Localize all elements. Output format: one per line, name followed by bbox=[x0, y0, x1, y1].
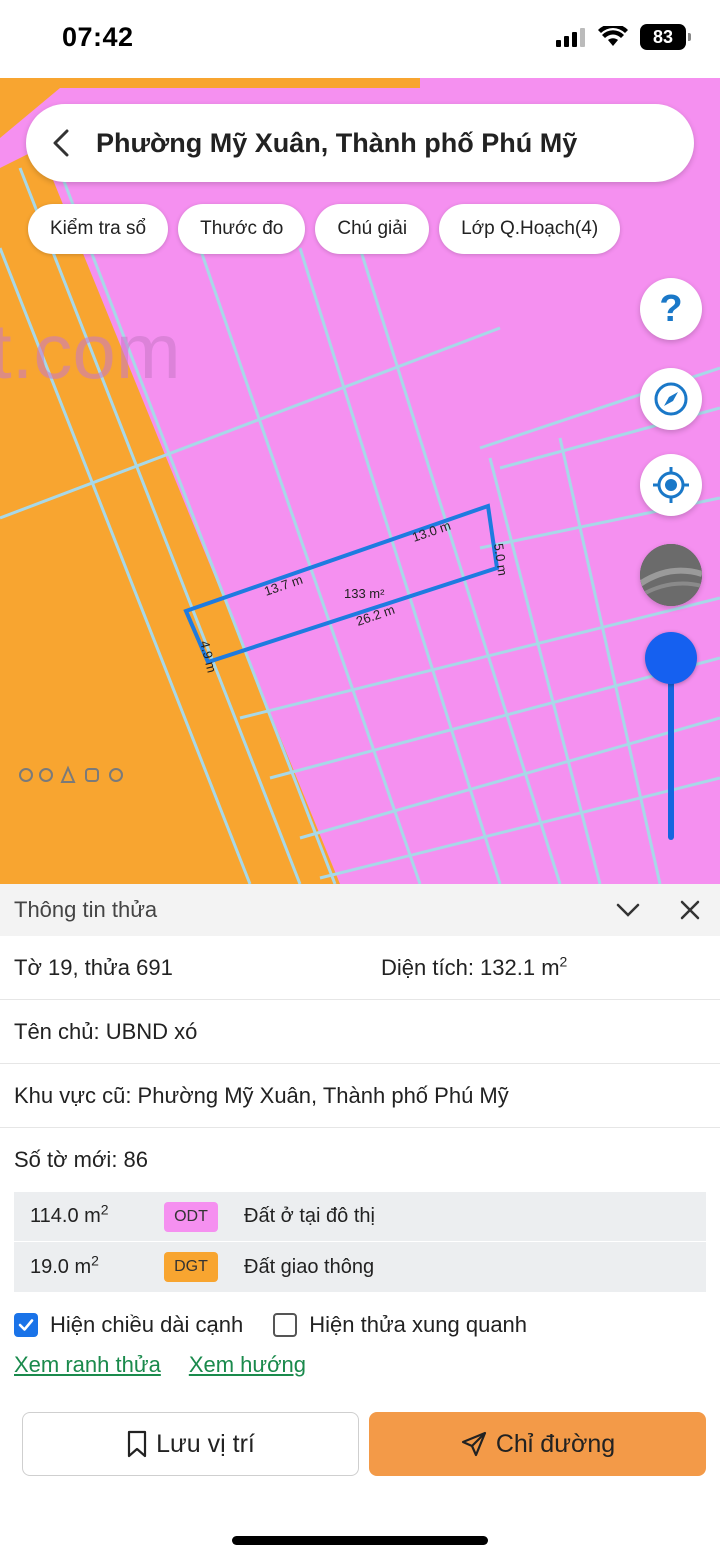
sheet-plot-number: Tờ 19, thửa 691 bbox=[14, 954, 173, 980]
wifi-icon bbox=[598, 26, 628, 46]
show-surrounding-label[interactable]: Hiện thửa xung quanh bbox=[309, 1312, 527, 1338]
usage-area: 114.0 m2 bbox=[30, 1202, 109, 1228]
satellite-thumbnail-icon bbox=[640, 544, 702, 606]
opacity-slider-track[interactable] bbox=[668, 660, 674, 840]
bookmark-icon bbox=[128, 1430, 147, 1458]
usage-area-unit-sup: 2 bbox=[100, 1201, 109, 1218]
save-location-button[interactable]: Lưu vị trí bbox=[22, 1412, 359, 1476]
new-sheet-row: Số tờ mới: 86 bbox=[0, 1128, 720, 1192]
map-watermark: t.com bbox=[0, 307, 181, 395]
checkmark-icon bbox=[18, 1319, 34, 1331]
show-edge-lengths-checkbox[interactable] bbox=[14, 1313, 38, 1337]
show-edge-lengths-label[interactable]: Hiện chiều dài cạnh bbox=[50, 1312, 243, 1338]
signal-icon bbox=[556, 28, 585, 47]
panel-header: Thông tin thửa bbox=[0, 884, 720, 936]
battery-icon: 83 bbox=[640, 24, 691, 50]
parcel-area: Diện tích: 132.1 m2 bbox=[381, 953, 568, 981]
crosshair-icon bbox=[653, 467, 689, 503]
locate-button[interactable] bbox=[640, 454, 702, 516]
parcel-area-text: Diện tích: 132.1 m bbox=[381, 954, 560, 980]
map-view[interactable]: t.com 13.0 m 13.7 m 5.0 m 133 m² 26.2 m … bbox=[0, 78, 720, 884]
parcel-info-panel: Thông tin thửa Tờ 19, thửa 691 Diện tích… bbox=[0, 884, 720, 1560]
compass-button[interactable] bbox=[640, 368, 702, 430]
panel-links: Xem ranh thửa Xem hướng bbox=[0, 1352, 720, 1378]
back-button[interactable] bbox=[26, 104, 96, 182]
table-row: 19.0 m2 DGT Đất giao thông bbox=[14, 1242, 706, 1292]
chip-legend[interactable]: Chú giải bbox=[315, 204, 430, 254]
compass-icon bbox=[654, 382, 688, 416]
location-title: Phường Mỹ Xuân, Thành phố Phú Mỹ bbox=[96, 127, 578, 158]
home-indicator[interactable] bbox=[232, 1536, 488, 1545]
chevron-down-icon[interactable] bbox=[614, 896, 642, 924]
close-icon[interactable] bbox=[676, 896, 704, 924]
help-icon: ? bbox=[659, 287, 683, 330]
directions-button[interactable]: Chỉ đường bbox=[369, 1412, 706, 1476]
opacity-slider-thumb[interactable] bbox=[645, 632, 697, 684]
satellite-layer-button[interactable] bbox=[640, 544, 702, 606]
usage-area-value: 19.0 m bbox=[30, 1255, 92, 1278]
toolbar-chips: Kiểm tra sổ Thước đo Chú giải Lớp Q.Hoạc… bbox=[28, 204, 621, 254]
view-boundary-link[interactable]: Xem ranh thửa bbox=[14, 1352, 161, 1378]
owner-row: Tên chủ: UBND xó bbox=[0, 1000, 720, 1064]
view-direction-link[interactable]: Xem hướng bbox=[189, 1352, 306, 1378]
parcel-area-label: 133 m² bbox=[344, 586, 385, 601]
status-icons: 83 bbox=[556, 24, 691, 50]
status-bar: 07:42 83 bbox=[0, 0, 720, 78]
chip-planning-layers[interactable]: Lớp Q.Hoạch(4) bbox=[439, 204, 621, 254]
status-time: 07:42 bbox=[62, 22, 134, 52]
usage-name: Đất giao thông bbox=[244, 1255, 375, 1278]
usage-area-value: 114.0 m bbox=[30, 1205, 101, 1227]
old-area-row: Khu vực cũ: Phường Mỹ Xuân, Thành phố Ph… bbox=[0, 1064, 720, 1128]
map-canvas[interactable]: t.com 13.0 m 13.7 m 5.0 m 133 m² 26.2 m … bbox=[0, 78, 720, 884]
show-surrounding-checkbox[interactable] bbox=[273, 1313, 298, 1337]
usage-code-badge: ODT bbox=[164, 1201, 218, 1232]
display-options: Hiện chiều dài cạnh Hiện thửa xung quanh bbox=[0, 1308, 720, 1342]
land-use-table: 114.0 m2 ODT Đất ở tại đô thị 19.0 m2 DG… bbox=[14, 1192, 706, 1292]
owner-name: Tên chủ: UBND xó bbox=[14, 1018, 198, 1044]
save-location-label: Lưu vị trí bbox=[156, 1429, 255, 1458]
usage-name: Đất ở tại đô thị bbox=[244, 1205, 375, 1227]
new-sheet-number: Số tờ mới: 86 bbox=[14, 1147, 149, 1172]
send-navigation-icon bbox=[461, 1431, 486, 1457]
chip-ruler[interactable]: Thước đo bbox=[178, 204, 306, 254]
table-row: 114.0 m2 ODT Đất ở tại đô thị bbox=[14, 1192, 706, 1242]
help-button[interactable]: ? bbox=[640, 278, 702, 340]
parcel-area-unit-sup: 2 bbox=[559, 953, 568, 970]
chevron-left-icon bbox=[53, 129, 69, 157]
directions-label: Chỉ đường bbox=[495, 1429, 616, 1458]
usage-area: 19.0 m2 bbox=[30, 1253, 99, 1279]
chip-check-certificate[interactable]: Kiểm tra sổ bbox=[28, 204, 169, 254]
parcel-id-row: Tờ 19, thửa 691 Diện tích: 132.1 m2 bbox=[0, 936, 720, 1000]
panel-actions: Lưu vị trí Chỉ đường bbox=[0, 1412, 720, 1476]
panel-title: Thông tin thửa bbox=[14, 897, 158, 922]
usage-code-badge: DGT bbox=[164, 1252, 218, 1282]
search-bar[interactable]: Phường Mỹ Xuân, Thành phố Phú Mỹ bbox=[26, 104, 694, 182]
usage-area-unit-sup: 2 bbox=[91, 1251, 99, 1268]
old-area: Khu vực cũ: Phường Mỹ Xuân, Thành phố Ph… bbox=[14, 1082, 509, 1108]
